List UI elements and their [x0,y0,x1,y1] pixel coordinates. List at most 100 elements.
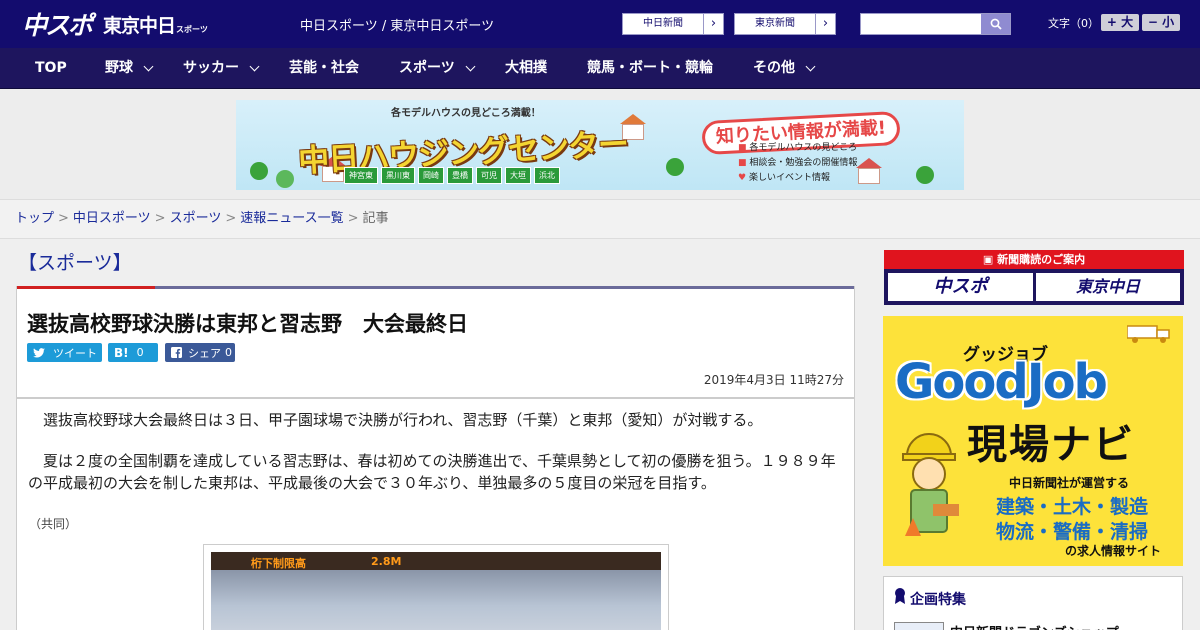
banner-feature-text: 各モデルハウスの見どころ [749,143,858,153]
breadcrumb-separator: > [154,211,166,226]
nav-label: その他 [753,60,795,76]
banner-feature: ■ 各モデルハウスの見どころ [738,141,857,156]
breadcrumb-separator: > [58,211,69,226]
article-photo-frame: 桁下制限高 2.8M [203,544,669,630]
article-credit: （共同） [29,517,78,531]
article-paragraph: 夏は２度の全国制覇を達成している習志野は、春は初めての決勝進出で、千葉県勢として… [28,452,836,492]
banner-city: 豊橋 [447,167,473,184]
article-body: 選抜高校野球大会最終日は３日、甲子園球場で決勝が行われ、習志野（千葉）と東邦（愛… [16,398,855,630]
tree-illustration [666,158,684,176]
logo-main-text: 中スポ [22,11,93,40]
header-rule [17,286,854,289]
nav-top[interactable]: TOP [35,48,67,89]
breadcrumb: トップ > 中日スポーツ > スポーツ > 速報ニュース一覧 > 記事 [0,200,1200,239]
house-roof-illustration [856,158,882,168]
hatena-count: 0 [136,346,144,359]
search-input[interactable] [861,14,981,34]
heart-icon: ♥ [738,173,747,183]
nav-soccer[interactable]: サッカー [183,48,260,89]
truck-icon [1127,325,1170,343]
goodjob-title: GoodJob [895,354,1108,410]
breadcrumb-news-list[interactable]: 速報ニュース一覧 [240,211,343,226]
banner-city-list: 神宮東 黒川東 岡崎 豊橋 可児 大垣 浜北 [344,167,560,184]
nav-racing[interactable]: 競馬・ボート・競輪 [587,48,713,89]
banner-feature-list: ■ 各モデルハウスの見どころ ■ 相談会・勉強会の開催情報 ♥ 楽しいイベント情… [738,141,857,186]
banner-top-text: 各モデルハウスの見どころ満載！ [391,108,541,119]
feature-title: 企画特集 [910,592,966,608]
ad-zone: 各モデルハウスの見どころ満載！ 中日ハウジングセンター 神宮東 黒川東 岡崎 豊… [0,89,1200,200]
chevron-right-icon: › [703,14,723,34]
banner-city: 黒川東 [381,167,415,184]
breadcrumb-chunichi-sports[interactable]: 中日スポーツ [73,211,151,226]
goodjob-line: 中日新聞社が運営する [1009,476,1130,490]
chevron-down-icon [249,61,260,71]
breadcrumb-separator: > [347,211,359,226]
nav-label: スポーツ [399,60,455,76]
goodjob-line: 物流・警備・清掃 [996,521,1149,543]
twitter-icon [33,347,45,358]
housing-center-banner[interactable]: 各モデルハウスの見どころ満載！ 中日ハウジングセンター 神宮東 黒川東 岡崎 豊… [236,100,964,190]
tree-illustration [276,170,294,188]
photo-sign-text: 2.8M [371,555,402,568]
tweet-button[interactable]: ツイート [27,343,102,362]
article-headline: 選抜高校野球決勝は東邦と習志野 大会最終日 [27,312,468,336]
nav-sports[interactable]: スポーツ [399,48,476,89]
ribbon-icon [895,588,905,604]
main-nav: TOP 野球 サッカー 芸能・社会 スポーツ 大相撲 競馬・ボート・競輪 その他 [0,48,1200,89]
link-label: 東京新聞 [755,18,795,29]
goodjob-ad[interactable]: グッジョブ GoodJob 現場ナビ 中日新聞社が運営する 建築・土木・製造 物… [883,316,1183,566]
feature-thumbnail[interactable] [894,622,944,630]
chevron-down-icon [143,61,154,71]
nav-label: 芸能・社会 [289,60,359,76]
site-header: 中スポ 東京中日 スポーツ 中日スポーツ / 東京中日スポーツ 中日新聞 › 東… [0,0,1200,48]
breadcrumb-top[interactable]: トップ [15,211,54,226]
tree-illustration [916,166,934,184]
facebook-share-button[interactable]: シェア 0 [165,343,235,362]
banner-feature-text: 楽しいイベント情報 [748,173,830,183]
feature-item-link[interactable]: 中日新聞ドラゴンズショップ [950,622,1119,630]
banner-city: 岡崎 [418,167,444,184]
article-photo[interactable]: 桁下制限高 2.8M [211,552,661,630]
tree-illustration [250,162,268,180]
nav-label: サッカー [183,60,239,76]
article-paragraph: 選抜高校野球大会最終日は３日、甲子園球場で決勝が行われ、習志野（千葉）と東邦（愛… [28,411,763,429]
facebook-icon [171,347,182,358]
nav-sumo[interactable]: 大相撲 [505,48,547,89]
subscribe-tokyo-chunichi-button[interactable]: 東京中日 [1036,273,1180,301]
feature-box: 企画特集 中日新聞ドラゴンズショップ [883,576,1183,630]
font-smaller-button[interactable]: − 小 [1142,14,1180,31]
header-rule-accent [17,286,155,289]
nav-baseball[interactable]: 野球 [105,48,154,89]
newspaper-icon: ▣ [982,253,994,266]
hatena-bookmark-button[interactable]: B! 0 [108,343,158,362]
banner-city: 神宮東 [344,167,378,184]
nav-label: 野球 [105,60,133,76]
nav-label: 競馬・ボート・競輪 [587,60,713,76]
banner-city: 浜北 [534,167,560,184]
banner-feature: ■ 相談会・勉強会の開催情報 [738,156,857,171]
section-label: 【スポーツ】 [18,252,132,274]
site-names: 中日スポーツ / 東京中日スポーツ [300,19,495,34]
link-label: 中日新聞 [643,18,683,29]
subscription-title-text: 新聞購読のご案内 [997,253,1086,266]
worker-illustration [902,433,959,536]
subscribe-chuspo-button[interactable]: 中スポ [888,273,1033,301]
breadcrumb-sports[interactable]: スポーツ [170,211,222,226]
nav-other[interactable]: その他 [753,48,816,89]
facebook-count: 0 [225,346,232,359]
tweet-label: ツイート [53,346,97,360]
breadcrumb-current: 記事 [362,211,389,226]
goodjob-navi: 現場ナビ [967,422,1135,468]
chevron-down-icon [805,61,816,71]
article-datetime: 2019年4月3日 11時27分 [703,373,844,387]
nav-entertainment[interactable]: 芸能・社会 [289,48,359,89]
tokyo-shimbun-link[interactable]: 東京新聞 › [734,13,836,35]
font-larger-button[interactable]: + 大 [1101,14,1139,31]
search-button[interactable] [981,14,1010,34]
chevron-down-icon [465,61,476,71]
hatena-icon: B! [114,345,129,360]
site-logo[interactable]: 中スポ 東京中日 スポーツ [22,7,212,41]
font-size-label: 文字（0） [1048,17,1099,30]
chunichi-shimbun-link[interactable]: 中日新聞 › [622,13,724,35]
facebook-label: シェア [188,346,221,360]
